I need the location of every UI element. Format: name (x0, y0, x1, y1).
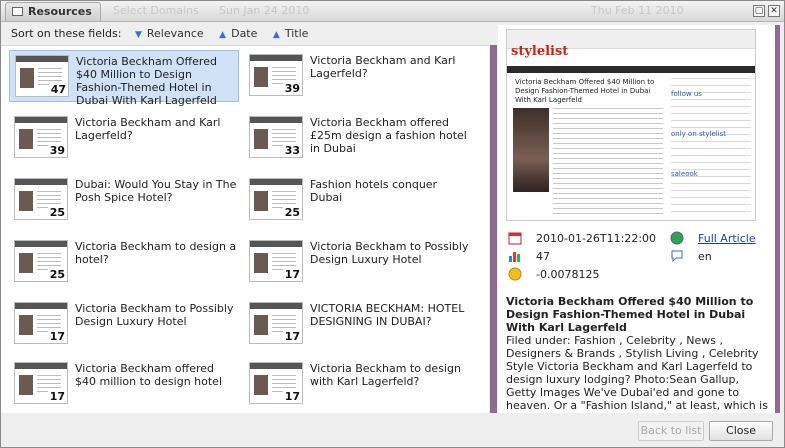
resource-title: Victoria Beckham and Karl Lagerfeld? (310, 54, 456, 80)
globe-icon (670, 231, 684, 245)
resource-item[interactable]: 39 Victoria Beckham and Karl Lagerfeld? (244, 50, 474, 102)
resource-title: Fashion hotels conquer Dubai (310, 178, 438, 204)
resource-thumbnail: 17 (249, 362, 303, 404)
resource-thumbnail: 17 (249, 240, 303, 282)
resource-title: Victoria Beckham offered £25m design a f… (310, 116, 467, 155)
calendar-icon (508, 232, 522, 245)
resource-title: Dubai: Would You Stay in The Posh Spice … (75, 178, 237, 204)
dialog-footer: Back to list Close (1, 413, 784, 447)
resource-item[interactable]: 25 Dubai: Would You Stay in The Posh Spi… (9, 174, 239, 226)
sort-arrow-icon: ▲ (272, 30, 280, 40)
resource-thumbnail: 47 (15, 55, 69, 97)
preview-logo: stylelist (511, 44, 569, 59)
resource-item[interactable]: 17 Victoria Beckham to Possibly Design L… (244, 236, 474, 288)
resource-thumbnail: 33 (249, 116, 303, 158)
resource-count: 33 (282, 144, 302, 157)
resource-thumbnail: 39 (249, 54, 303, 96)
resource-count: 39 (282, 82, 302, 95)
resources-dialog: Resources Select Domains Sun Jan 24 2010… (0, 0, 785, 448)
resource-count: 17 (282, 330, 302, 343)
resource-item[interactable]: 47 Victoria Beckham Offered $40 Million … (9, 50, 239, 107)
back-to-list-button[interactable]: Back to list (638, 421, 704, 441)
speech-bubble-icon (671, 250, 683, 263)
resource-count: 17 (282, 268, 302, 281)
resource-count: 17 (47, 390, 67, 403)
article-count: 47 (536, 250, 550, 263)
sort-bar: Sort on these fields: ▼ Relevance ▲ Date ▲… (11, 27, 320, 43)
sort-arrow-icon: ▲ (219, 30, 227, 40)
article-body: Filed under: Fashion , Celebrity , News … (506, 334, 768, 415)
article-preview-image[interactable]: stylelist Victoria Beckham Offered $40 M… (506, 29, 756, 221)
resource-title: Victoria Beckham to Possibly Design Luxu… (75, 302, 234, 328)
ghost-date-left: Sun Jan 24 2010 (219, 4, 310, 17)
article-title: Victoria Beckham Offered $40 Million to … (506, 295, 754, 334)
resource-title: Victoria Beckham to design with Karl Lag… (310, 362, 461, 388)
resource-thumbnail: 17 (14, 302, 68, 344)
full-article-link[interactable]: Full Article (698, 232, 756, 245)
resource-item[interactable]: 25 Fashion hotels conquer Dubai (244, 174, 474, 226)
detail-scrollbar[interactable] (775, 25, 780, 415)
coin-icon (508, 267, 522, 281)
resource-title: Victoria Beckham to design a hotel? (75, 240, 237, 266)
bar-chart-icon (509, 252, 520, 262)
dialog-title: Resources (28, 5, 92, 18)
dialog-title-tab: Resources (5, 2, 101, 21)
resource-item[interactable]: 17 Victoria Beckham to Possibly Design L… (9, 298, 239, 350)
preview-sale: saleook (671, 170, 698, 178)
resource-thumbnail: 25 (249, 178, 303, 220)
resource-title: Victoria Beckham to Possibly Design Luxu… (310, 240, 469, 266)
close-button[interactable]: Close (709, 421, 773, 441)
sort-relevance[interactable]: ▼ Relevance (135, 27, 204, 40)
sort-date[interactable]: ▲ Date (219, 27, 257, 40)
resource-count: 17 (282, 390, 302, 403)
sort-arrow-icon: ▼ (134, 30, 142, 40)
resource-thumbnail: 17 (14, 362, 68, 404)
resource-title: Victoria Beckham offered $40 million to … (75, 362, 222, 388)
article-score: -0.0078125 (536, 268, 600, 281)
preview-only-on: only on stylelist (671, 130, 727, 138)
resource-count: 39 (47, 144, 67, 157)
resource-title: VICTORIA BECKHAM: HOTEL DESIGNING IN DUB… (310, 302, 465, 328)
article-date: 2010-01-26T11:22:00 (536, 232, 657, 245)
window-icon (12, 7, 23, 16)
resource-item[interactable]: 17 Victoria Beckham to design with Karl … (244, 358, 474, 410)
list-scrollbar[interactable] (490, 45, 497, 415)
resource-thumbnail: 25 (14, 240, 68, 282)
resource-thumbnail: 39 (14, 116, 68, 158)
preview-headline: Victoria Beckham Offered $40 Million to … (515, 78, 655, 104)
resource-count: 17 (47, 330, 67, 343)
ghost-domains-label: Select Domains (113, 4, 199, 17)
detail-panel: stylelist Victoria Beckham Offered $40 M… (498, 25, 776, 415)
sort-label: Sort on these fields: (11, 27, 122, 40)
close-icon[interactable]: ✕ (768, 5, 780, 17)
resource-count: 25 (47, 206, 67, 219)
ghost-date-right: Thu Feb 11 2010 (591, 4, 684, 17)
sort-title[interactable]: ▲ Title (273, 27, 309, 40)
resource-item[interactable]: 25 Victoria Beckham to design a hotel? (9, 236, 239, 288)
resource-title: Victoria Beckham Offered $40 Million to … (76, 55, 217, 107)
article-content: Victoria Beckham Offered $40 Million to … (506, 295, 768, 415)
restore-icon[interactable]: ▢ (753, 5, 765, 17)
resource-title: Victoria Beckham and Karl Lagerfeld? (75, 116, 221, 142)
resource-list: 47 Victoria Beckham Offered $40 Million … (1, 45, 489, 416)
resource-count: 47 (48, 83, 68, 96)
resource-thumbnail: 17 (249, 302, 303, 344)
resource-count: 25 (47, 268, 67, 281)
resource-item[interactable]: 17 VICTORIA BECKHAM: HOTEL DESIGNING IN … (244, 298, 474, 350)
article-language: en (698, 250, 712, 263)
resource-thumbnail: 25 (14, 178, 68, 220)
resource-item[interactable]: 39 Victoria Beckham and Karl Lagerfeld? (9, 112, 239, 164)
resource-count: 25 (282, 206, 302, 219)
preview-photo (513, 108, 549, 192)
resource-item[interactable]: 17 Victoria Beckham offered $40 million … (9, 358, 239, 410)
dialog-titlebar: Resources Select Domains Sun Jan 24 2010… (1, 1, 784, 22)
preview-follow: follow us (671, 90, 702, 98)
resource-item[interactable]: 33 Victoria Beckham offered £25m design … (244, 112, 474, 164)
